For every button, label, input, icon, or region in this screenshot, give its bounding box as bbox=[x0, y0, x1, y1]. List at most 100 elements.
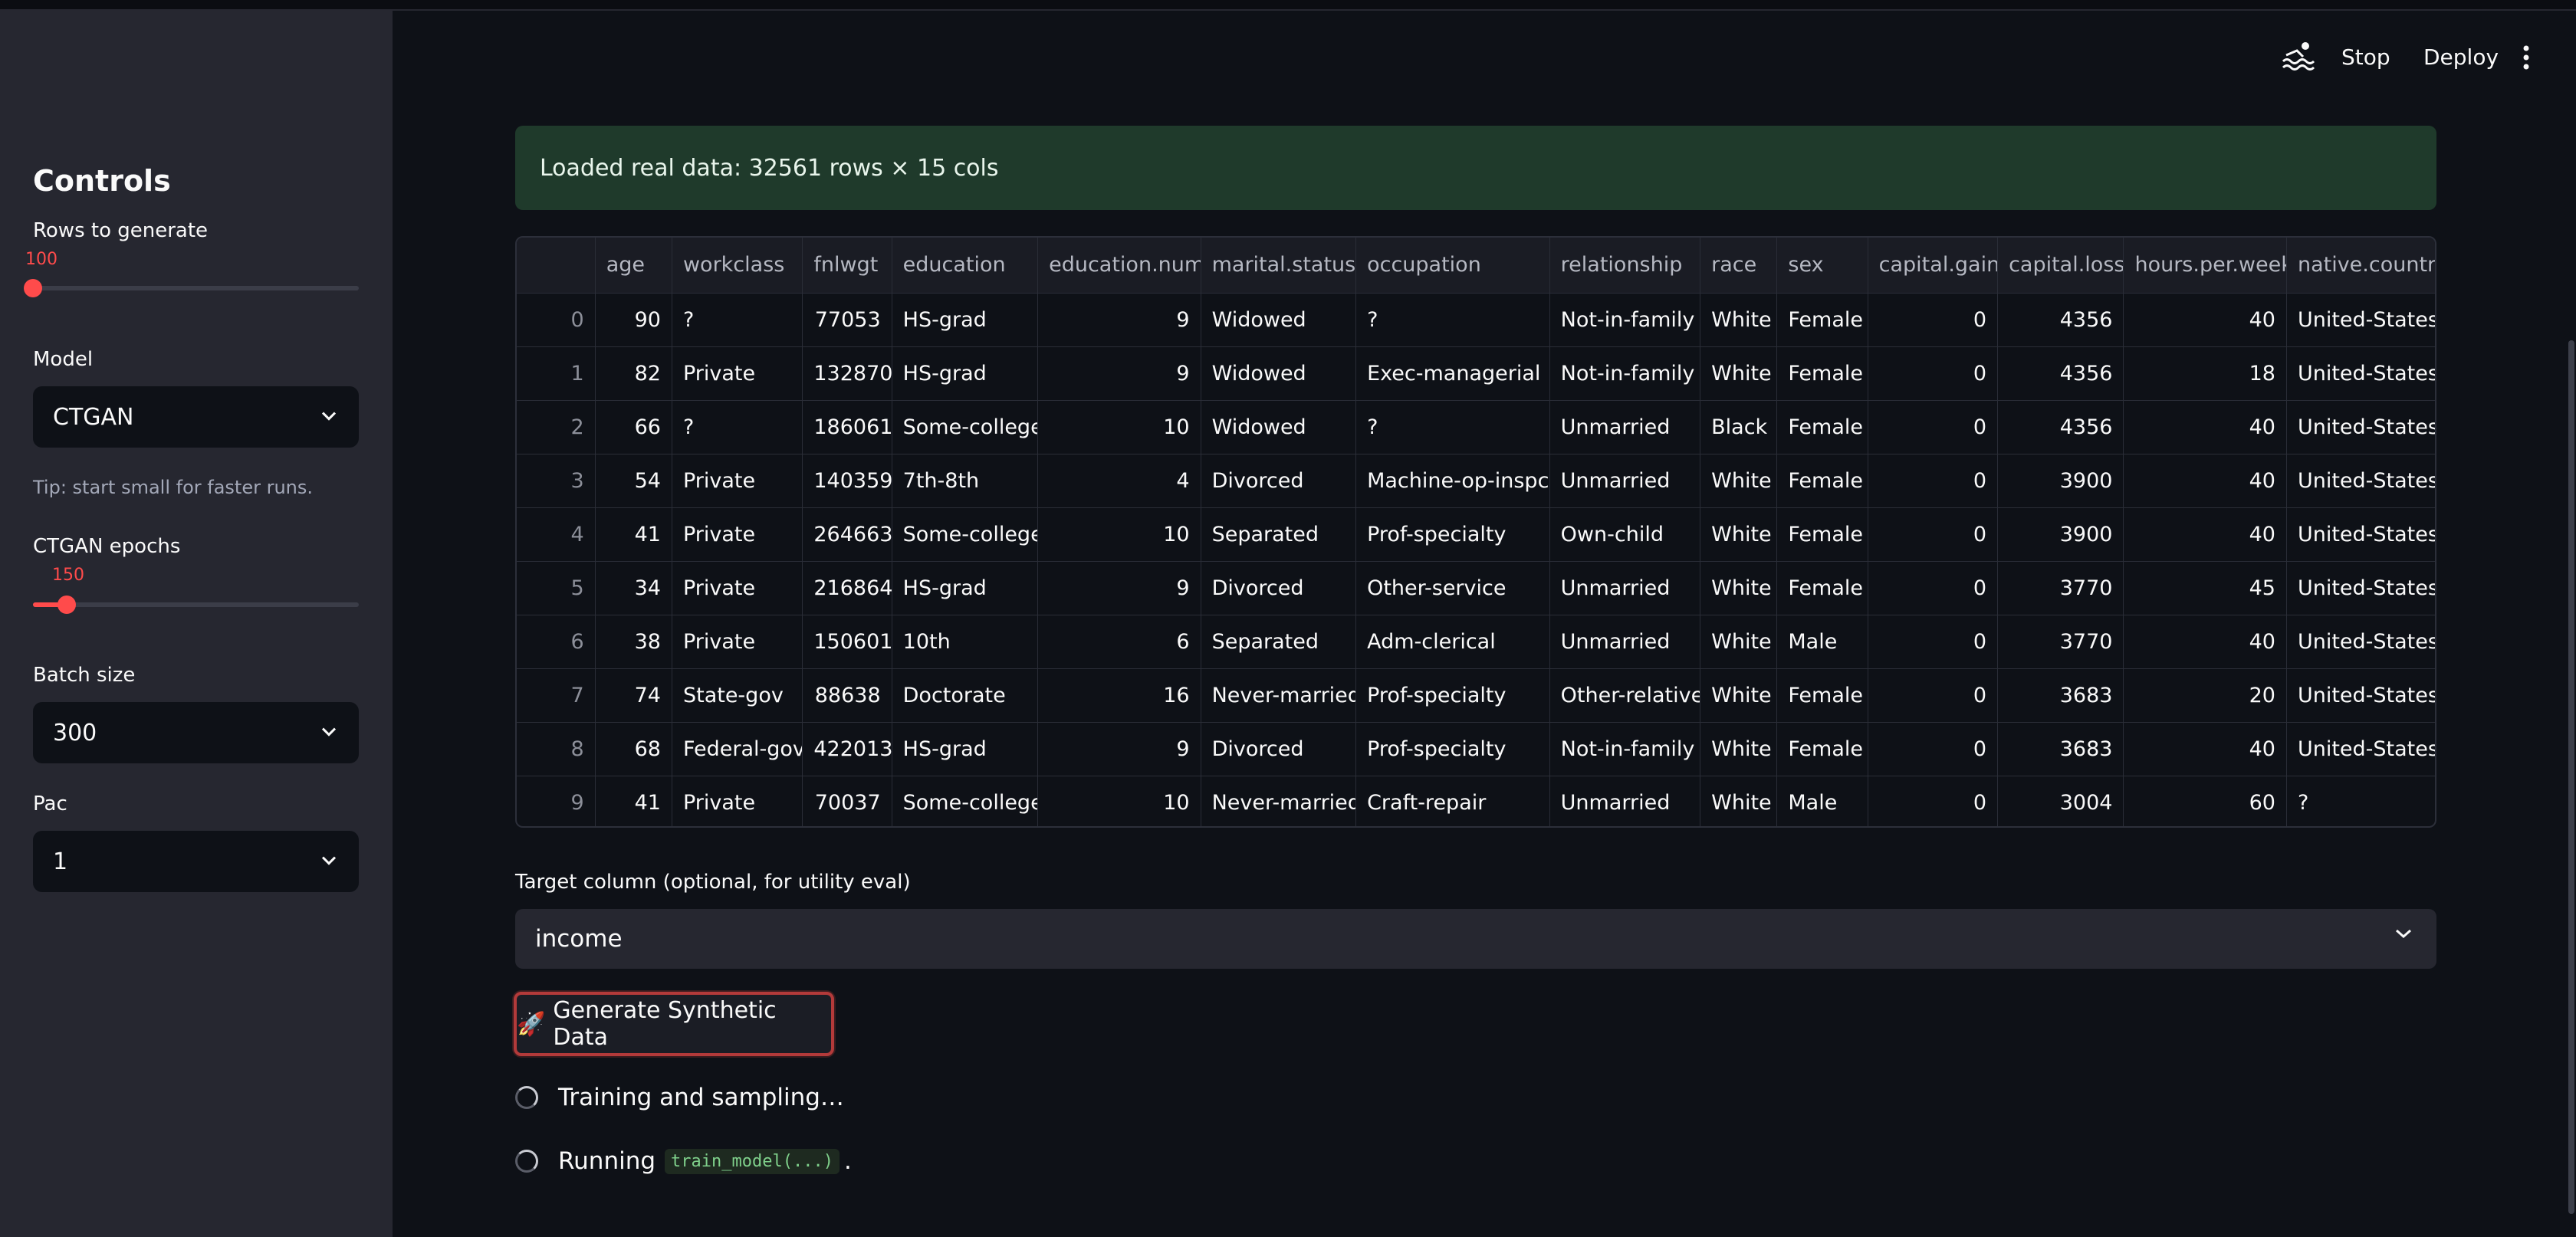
table-cell[interactable]: Some-college bbox=[892, 507, 1039, 562]
table-cell[interactable]: 0 bbox=[1868, 776, 1999, 826]
table-cell[interactable]: 6 bbox=[1037, 615, 1201, 669]
scrollbar[interactable] bbox=[2568, 340, 2574, 1214]
table-cell[interactable]: Female bbox=[1776, 561, 1868, 615]
table-cell[interactable]: 9 bbox=[517, 776, 596, 826]
table-cell[interactable]: 4356 bbox=[1997, 293, 2124, 347]
column-header-education.num[interactable]: education.num bbox=[1037, 238, 1201, 294]
table-cell[interactable]: 10 bbox=[1037, 400, 1201, 454]
table-cell[interactable]: Craft-repair bbox=[1355, 776, 1550, 826]
table-cell[interactable]: ? bbox=[672, 293, 803, 347]
table-cell[interactable]: Private bbox=[672, 346, 803, 401]
table-cell[interactable]: Doctorate bbox=[892, 668, 1039, 723]
table-cell[interactable]: Not-in-family bbox=[1549, 722, 1701, 776]
table-cell[interactable]: 1 bbox=[517, 346, 596, 401]
table-cell[interactable]: Private bbox=[672, 776, 803, 826]
column-header-fnlwgt[interactable]: fnlwgt bbox=[802, 238, 892, 294]
table-cell[interactable]: Divorced bbox=[1201, 561, 1357, 615]
table-cell[interactable]: 10 bbox=[1037, 776, 1201, 826]
table-row[interactable]: 5 34 Private 216864 HS-grad 9 Divorced Other-se… bbox=[517, 561, 2435, 615]
table-cell[interactable]: United-States bbox=[2286, 293, 2435, 347]
table-cell[interactable]: 40 bbox=[2123, 400, 2287, 454]
table-cell[interactable]: Widowed bbox=[1201, 293, 1357, 347]
table-cell[interactable]: 82 bbox=[595, 346, 672, 401]
table-cell[interactable]: Not-in-family bbox=[1549, 346, 1701, 401]
table-cell[interactable]: 90 bbox=[595, 293, 672, 347]
table-cell[interactable]: 3900 bbox=[1997, 454, 2124, 508]
table-cell[interactable]: 16 bbox=[1037, 668, 1201, 723]
table-cell[interactable]: HS-grad bbox=[892, 561, 1039, 615]
table-cell[interactable]: United-States bbox=[2286, 561, 2435, 615]
table-cell[interactable]: 264663 bbox=[802, 507, 892, 562]
table-cell[interactable]: Female bbox=[1776, 293, 1868, 347]
table-cell[interactable]: 2 bbox=[517, 400, 596, 454]
table-cell[interactable]: 40 bbox=[2123, 615, 2287, 669]
deploy-button[interactable]: Deploy bbox=[2423, 44, 2499, 70]
table-cell[interactable]: White bbox=[1700, 615, 1778, 669]
table-cell[interactable]: Own-child bbox=[1549, 507, 1701, 562]
table-cell[interactable]: 3900 bbox=[1997, 507, 2124, 562]
table-row[interactable]: 6 38 Private 150601 10th 6 Separated Adm-cleric… bbox=[517, 615, 2435, 669]
table-cell[interactable]: HS-grad bbox=[892, 346, 1039, 401]
table-cell[interactable]: 8 bbox=[517, 722, 596, 776]
table-cell[interactable]: 40 bbox=[2123, 722, 2287, 776]
table-cell[interactable]: United-States bbox=[2286, 346, 2435, 401]
table-cell[interactable]: United-States bbox=[2286, 722, 2435, 776]
table-cell[interactable]: 70037 bbox=[802, 776, 892, 826]
rows-slider-thumb[interactable] bbox=[24, 279, 42, 297]
column-header-age[interactable]: age bbox=[595, 238, 672, 294]
column-header-marital.status[interactable]: marital.status bbox=[1201, 238, 1357, 294]
table-cell[interactable]: 0 bbox=[1868, 561, 1999, 615]
table-cell[interactable]: Divorced bbox=[1201, 722, 1357, 776]
table-cell[interactable]: 5 bbox=[517, 561, 596, 615]
column-header-capital.gain[interactable]: capital.gain bbox=[1868, 238, 1999, 294]
table-cell[interactable]: Never-married bbox=[1201, 668, 1357, 723]
table-cell[interactable]: HS-grad bbox=[892, 722, 1039, 776]
table-row[interactable]: 8 68 Federal-gov 422013 HS-grad 9 Divorced Prof… bbox=[517, 722, 2435, 776]
table-cell[interactable]: 3770 bbox=[1997, 615, 2124, 669]
table-cell[interactable]: 74 bbox=[595, 668, 672, 723]
column-header-occupation[interactable]: occupation bbox=[1355, 238, 1550, 294]
table-cell[interactable]: 38 bbox=[595, 615, 672, 669]
table-cell[interactable]: 54 bbox=[595, 454, 672, 508]
table-cell[interactable]: 68 bbox=[595, 722, 672, 776]
column-header-capital.loss[interactable]: capital.loss bbox=[1997, 238, 2124, 294]
generate-synthetic-data-button[interactable]: 🚀 Generate Synthetic Data bbox=[514, 992, 834, 1056]
table-cell[interactable]: Never-married bbox=[1201, 776, 1357, 826]
table-cell[interactable]: Some-college bbox=[892, 400, 1039, 454]
table-cell[interactable]: Female bbox=[1776, 400, 1868, 454]
table-cell[interactable]: 0 bbox=[1868, 722, 1999, 776]
table-cell[interactable]: 150601 bbox=[802, 615, 892, 669]
table-cell[interactable]: United-States bbox=[2286, 668, 2435, 723]
table-cell[interactable]: Unmarried bbox=[1549, 561, 1701, 615]
table-cell[interactable]: 0 bbox=[1868, 454, 1999, 508]
table-cell[interactable]: 20 bbox=[2123, 668, 2287, 723]
table-cell[interactable]: 41 bbox=[595, 507, 672, 562]
table-cell[interactable]: 4356 bbox=[1997, 400, 2124, 454]
table-cell[interactable]: 3 bbox=[517, 454, 596, 508]
table-cell[interactable]: ? bbox=[2286, 776, 2435, 826]
table-cell[interactable]: White bbox=[1700, 293, 1778, 347]
table-cell[interactable]: Black bbox=[1700, 400, 1778, 454]
table-cell[interactable]: Divorced bbox=[1201, 454, 1357, 508]
table-cell[interactable]: Female bbox=[1776, 454, 1868, 508]
table-cell[interactable]: Separated bbox=[1201, 507, 1357, 562]
column-header-race[interactable]: race bbox=[1700, 238, 1778, 294]
rows-slider[interactable] bbox=[24, 279, 359, 297]
table-cell[interactable]: Prof-specialty bbox=[1355, 507, 1550, 562]
table-cell[interactable]: Prof-specialty bbox=[1355, 722, 1550, 776]
table-cell[interactable]: 7 bbox=[517, 668, 596, 723]
target-column-select[interactable]: income bbox=[515, 909, 2436, 969]
column-header-hours.per.week[interactable]: hours.per.week bbox=[2123, 238, 2287, 294]
table-cell[interactable]: 40 bbox=[2123, 507, 2287, 562]
table-row[interactable]: 7 74 State-gov 88638 Doctorate 16 Never-marrie… bbox=[517, 668, 2435, 723]
table-cell[interactable]: 0 bbox=[517, 293, 596, 347]
table-cell[interactable]: 132870 bbox=[802, 346, 892, 401]
table-cell[interactable]: Female bbox=[1776, 722, 1868, 776]
table-cell[interactable]: 186061 bbox=[802, 400, 892, 454]
table-cell[interactable]: United-States bbox=[2286, 507, 2435, 562]
table-row[interactable]: 0 90? 77053 HS-grad 9 Widowed? Not-in-family Wh… bbox=[517, 293, 2435, 347]
table-cell[interactable]: 60 bbox=[2123, 776, 2287, 826]
table-cell[interactable]: White bbox=[1700, 454, 1778, 508]
table-cell[interactable]: 0 bbox=[1868, 615, 1999, 669]
table-row[interactable]: 4 41 Private 264663 Some-college 10 Separated P… bbox=[517, 507, 2435, 562]
